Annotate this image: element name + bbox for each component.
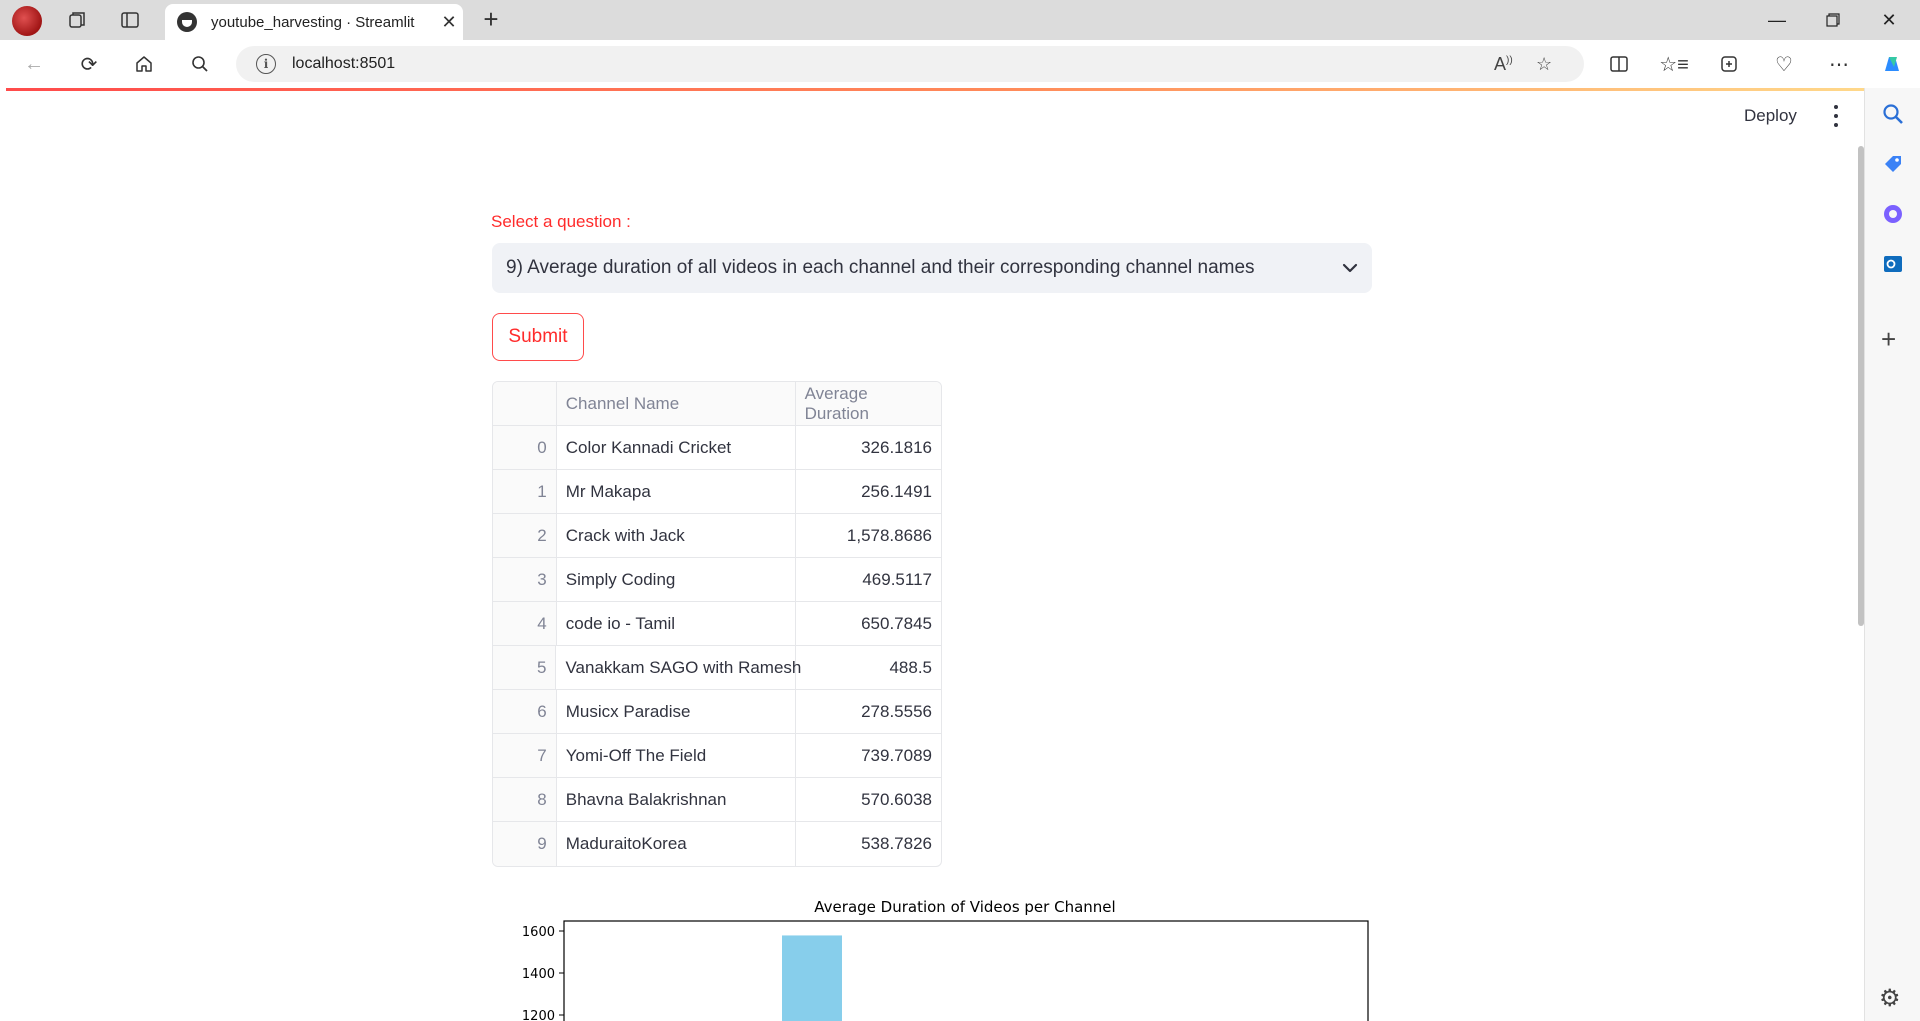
profile-avatar[interactable]: [12, 6, 42, 36]
table-row[interactable]: 2 Crack with Jack 1,578.8686: [493, 514, 941, 558]
channel-name-cell[interactable]: code io - Tamil: [557, 602, 796, 645]
channel-name-cell[interactable]: Simply Coding: [557, 558, 796, 601]
tab-title: youtube_harvesting · Streamlit: [211, 13, 415, 31]
question-select[interactable]: 9) Average duration of all videos in eac…: [492, 243, 1372, 293]
favorite-star-icon[interactable]: ☆: [1536, 54, 1552, 75]
sidebar-settings-icon[interactable]: ⚙: [1879, 984, 1901, 1013]
refresh-icon[interactable]: ⟳: [73, 50, 105, 78]
chart-plot-area: [563, 920, 1369, 1021]
average-duration-cell[interactable]: 256.1491: [796, 470, 941, 513]
table-row[interactable]: 3 Simply Coding 469.5117: [493, 558, 941, 602]
copilot-icon[interactable]: [1876, 50, 1908, 78]
row-index: 1: [493, 470, 557, 513]
row-index: 0: [493, 426, 557, 469]
y-tick-label: 1600: [522, 925, 555, 940]
page-scrollbar[interactable]: [1858, 91, 1864, 1021]
split-screen-icon[interactable]: [1603, 50, 1635, 78]
index-header: [493, 382, 557, 425]
sidebar-m365-icon[interactable]: [1881, 202, 1905, 226]
table-row[interactable]: 1 Mr Makapa 256.1491: [493, 470, 941, 514]
chart-bar: [782, 935, 842, 1021]
chart-bars: [782, 935, 842, 1021]
sidebar-outlook-icon[interactable]: [1881, 252, 1905, 276]
browser-essentials-icon[interactable]: ♡: [1768, 50, 1800, 78]
average-duration-bar-chart: Average Duration of Videos per Channel 1…: [522, 898, 1369, 1021]
average-duration-cell[interactable]: 538.7826: [796, 822, 941, 866]
home-icon[interactable]: [128, 50, 160, 78]
question-label: Select a question :: [491, 212, 631, 231]
site-info-icon[interactable]: i: [256, 54, 276, 74]
question-selected-value: 9) Average duration of all videos in eac…: [506, 257, 1255, 278]
channel-name-header[interactable]: Channel Name: [556, 382, 796, 425]
address-bar[interactable]: i localhost:8501 A)) ☆: [236, 46, 1584, 82]
table-row[interactable]: 9 MaduraitoKorea 538.7826: [493, 822, 941, 866]
edge-sidebar: + ⚙: [1864, 88, 1920, 1021]
table-row[interactable]: 6 Musicx Paradise 278.5556: [493, 690, 941, 734]
table-header-row: Channel Name Average Duration: [493, 382, 941, 426]
deploy-button[interactable]: Deploy: [1744, 106, 1797, 126]
new-tab-icon[interactable]: +: [476, 6, 506, 34]
read-aloud-icon[interactable]: A)): [1494, 54, 1513, 75]
workspaces-icon[interactable]: [62, 6, 92, 34]
channel-name-cell[interactable]: Yomi-Off The Field: [557, 734, 796, 777]
row-index: 3: [493, 558, 557, 601]
row-index: 5: [493, 646, 557, 689]
channel-name-cell[interactable]: Vanakkam SAGO with Ramesh: [556, 646, 801, 689]
search-icon[interactable]: [184, 50, 216, 78]
active-tab[interactable]: youtube_harvesting · Streamlit ✕: [165, 4, 463, 40]
chart-title: Average Duration of Videos per Channel: [814, 898, 1115, 916]
channel-name-cell[interactable]: Bhavna Balakrishnan: [557, 778, 796, 821]
y-tick-label: 1400: [522, 967, 555, 982]
row-index: 2: [493, 514, 557, 557]
streamlit-page: Deploy Select a question : 9) Average du…: [6, 91, 1864, 1021]
table-row[interactable]: 5 Vanakkam SAGO with Ramesh 488.5: [493, 646, 941, 690]
channel-name-cell[interactable]: Mr Makapa: [557, 470, 796, 513]
scrollbar-thumb[interactable]: [1858, 146, 1864, 626]
channel-name-cell[interactable]: MaduraitoKorea: [557, 822, 796, 866]
browser-tab-bar: youtube_harvesting · Streamlit ✕ + — ✕: [0, 0, 1920, 40]
sidebar-add-icon[interactable]: +: [1881, 324, 1896, 355]
average-duration-header[interactable]: Average Duration: [795, 382, 941, 425]
y-axis-ticks: 1600 1400 1200: [522, 925, 564, 1021]
average-duration-cell[interactable]: 278.5556: [796, 690, 941, 733]
table-row[interactable]: 8 Bhavna Balakrishnan 570.6038: [493, 778, 941, 822]
submit-button[interactable]: Submit: [492, 313, 584, 361]
restore-icon[interactable]: [1806, 0, 1860, 40]
channel-name-cell[interactable]: Color Kannadi Cricket: [557, 426, 796, 469]
channel-name-cell[interactable]: Musicx Paradise: [557, 690, 796, 733]
channel-name-cell[interactable]: Crack with Jack: [557, 514, 796, 557]
table-row[interactable]: 7 Yomi-Off The Field 739.7089: [493, 734, 941, 778]
table-row[interactable]: 0 Color Kannadi Cricket 326.1816: [493, 426, 941, 470]
main-menu-icon[interactable]: [1832, 105, 1840, 127]
y-tick-label: 1200: [522, 1009, 555, 1021]
back-icon[interactable]: ←: [18, 50, 50, 78]
tab-actions-icon[interactable]: [115, 6, 145, 34]
streamlit-favicon-icon: [177, 12, 197, 32]
favorites-icon[interactable]: ☆≡: [1658, 50, 1690, 78]
average-duration-cell[interactable]: 1,578.8686: [796, 514, 941, 557]
average-duration-cell[interactable]: 739.7089: [796, 734, 941, 777]
row-index: 9: [493, 822, 557, 866]
table-row[interactable]: 4 code io - Tamil 650.7845: [493, 602, 941, 646]
row-index: 6: [493, 690, 557, 733]
average-duration-cell[interactable]: 570.6038: [796, 778, 941, 821]
average-duration-cell[interactable]: 469.5117: [796, 558, 941, 601]
minimize-icon[interactable]: —: [1750, 0, 1804, 40]
collections-icon[interactable]: [1713, 50, 1745, 78]
average-duration-cell[interactable]: 326.1816: [796, 426, 941, 469]
row-index: 7: [493, 734, 557, 777]
browser-toolbar: ← ⟳ i localhost:8501 A)) ☆ ☆≡ ♡ ⋯: [0, 40, 1920, 88]
url-text: localhost:8501: [292, 55, 396, 72]
more-options-icon[interactable]: ⋯: [1823, 50, 1855, 78]
close-window-icon[interactable]: ✕: [1862, 0, 1916, 40]
average-duration-cell[interactable]: 488.5: [796, 646, 941, 689]
row-index: 4: [493, 602, 557, 645]
results-table: Channel Name Average Duration 0 Color Kan…: [492, 381, 942, 867]
sidebar-shopping-icon[interactable]: [1881, 152, 1905, 176]
tab-close-icon[interactable]: ✕: [435, 12, 463, 33]
row-index: 8: [493, 778, 557, 821]
sidebar-search-icon[interactable]: [1881, 102, 1905, 126]
chevron-down-icon[interactable]: [1328, 263, 1372, 273]
average-duration-cell[interactable]: 650.7845: [796, 602, 941, 645]
